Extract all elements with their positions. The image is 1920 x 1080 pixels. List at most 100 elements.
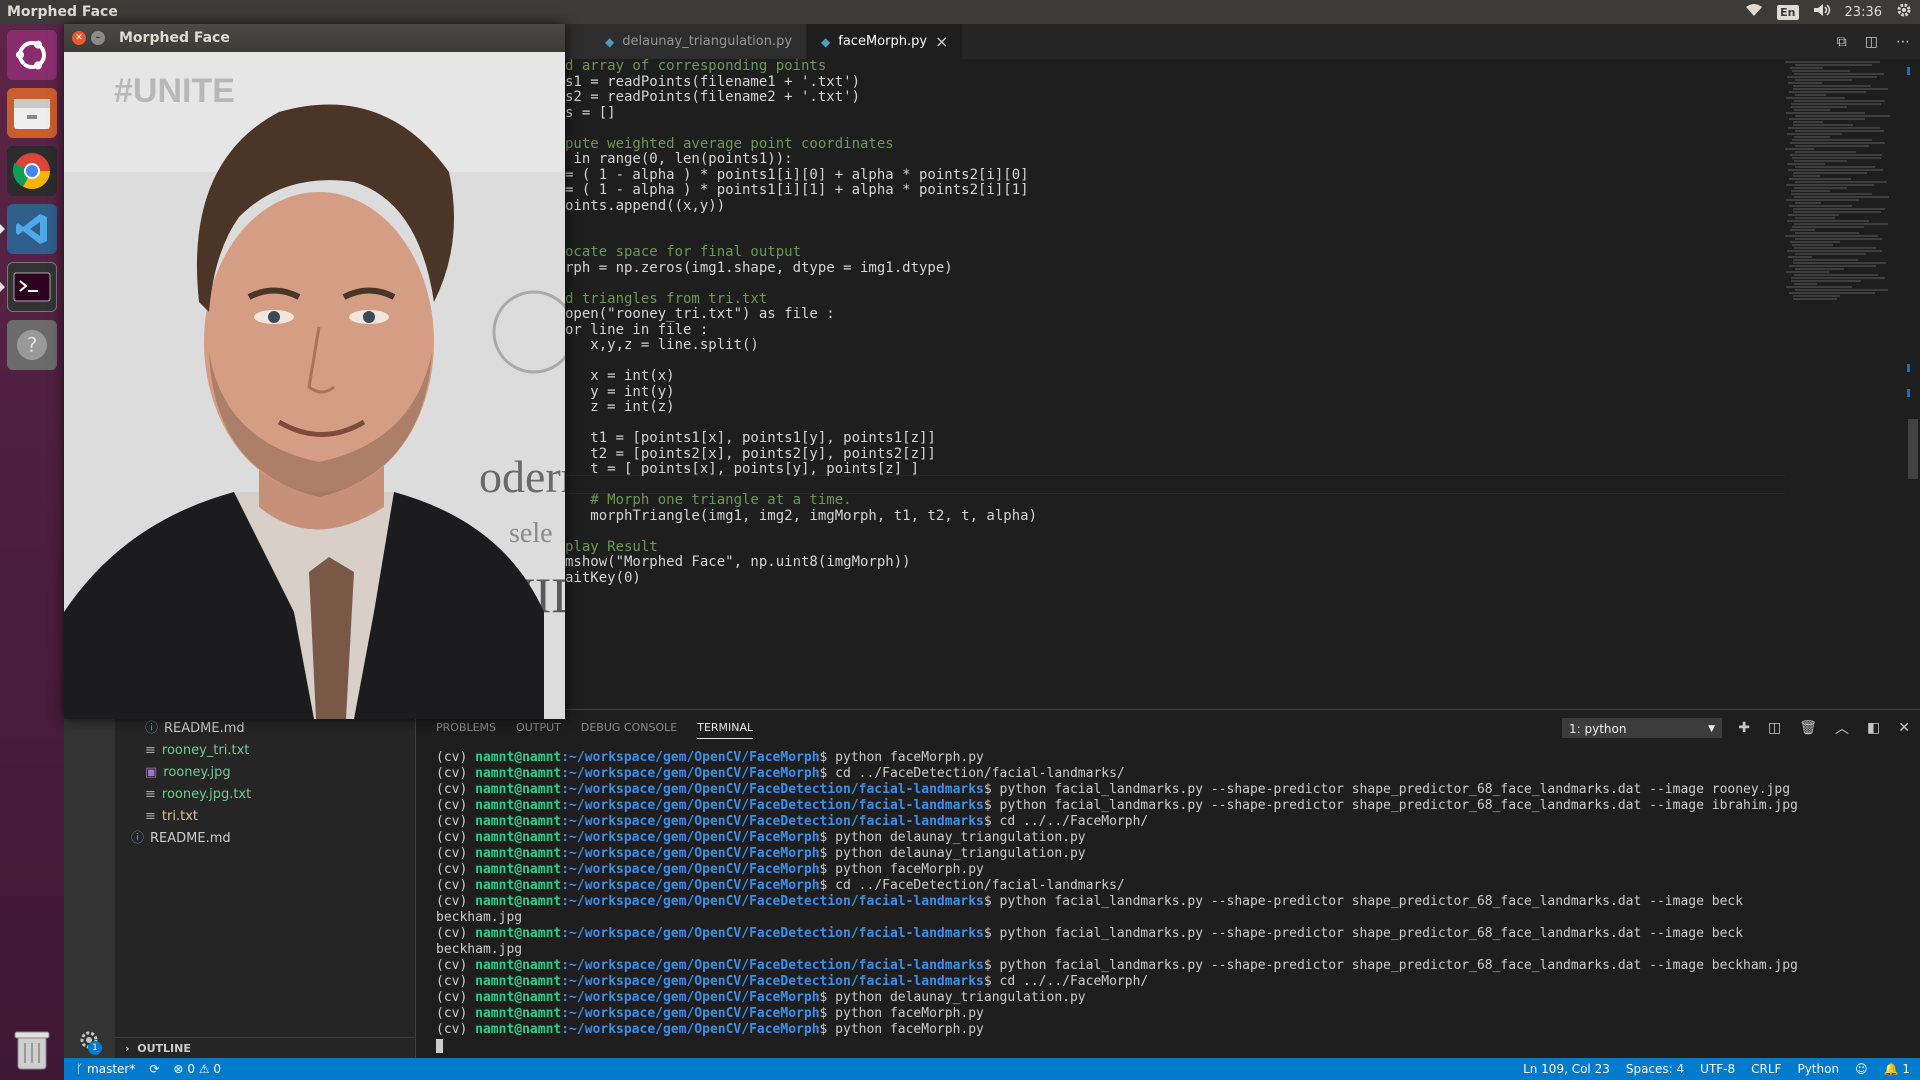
minimap-line: [1793, 85, 1872, 87]
minimap-line: [1789, 205, 1853, 207]
kill-terminal-icon[interactable]: 🗑: [1799, 720, 1817, 736]
toggle-panel-position-icon[interactable]: ◧: [1867, 720, 1880, 736]
terminal-cmd: $ python facial_landmarks.py --shape-pre…: [983, 926, 1744, 941]
terminal-env: (cv): [436, 862, 476, 877]
tab-terminal[interactable]: TERMINAL: [697, 716, 754, 739]
file-rooney-jpg[interactable]: ▣ rooney.jpg U: [145, 762, 449, 784]
notifications-bell[interactable]: 🔔 1: [1884, 1062, 1910, 1076]
files-icon[interactable]: [7, 88, 57, 138]
problems-indicator[interactable]: ⊗ 0 ⚠ 0: [173, 1062, 221, 1076]
terminal-env: (cv): [436, 830, 476, 845]
chrome-icon[interactable]: [7, 146, 57, 196]
active-window-title: Morphed Face: [7, 4, 118, 20]
file-tri-txt[interactable]: ≡ tri.txt M: [145, 806, 449, 828]
minimap-line: [1786, 112, 1866, 114]
minimap-line: [1792, 88, 1888, 90]
minimap-line: [1789, 91, 1866, 93]
tab-facemorph[interactable]: ◆ faceMorph.py ×: [807, 24, 964, 59]
clock[interactable]: 23:36: [1845, 5, 1882, 20]
tab-output[interactable]: OUTPUT: [516, 721, 561, 734]
minimap-line: [1793, 124, 1854, 126]
tab-label: delaunay_triangulation.py: [622, 34, 793, 49]
minimap-line: [1794, 217, 1836, 219]
minimap-line: [1792, 208, 1886, 210]
minimap-line: [1794, 202, 1822, 204]
outline-section-header[interactable]: › OUTLINE: [115, 1037, 415, 1059]
minimap-line: [1790, 154, 1882, 156]
file-rooney-jpg-txt[interactable]: ≡ rooney.jpg.txt U: [145, 784, 449, 806]
minimap-line: [1793, 211, 1882, 213]
code-editor[interactable]: d array of corresponding points s1 = read…: [565, 58, 1905, 709]
new-terminal-icon[interactable]: ✚: [1738, 720, 1750, 736]
minimap-line: [1791, 139, 1872, 141]
split-terminal-icon[interactable]: ◫: [1768, 720, 1781, 736]
running-indicator: [0, 224, 5, 234]
keyboard-layout-indicator[interactable]: En: [1777, 4, 1799, 20]
code-line: morphTriangle(img1, img2, imgMorph, t1, …: [565, 507, 1038, 524]
chevron-right-icon: ›: [125, 1042, 130, 1055]
more-actions-icon[interactable]: ⋯: [1896, 34, 1910, 50]
maximize-panel-icon[interactable]: ︿: [1835, 718, 1849, 738]
terminal-line: (cv) namnt@namnt:~/workspace/gem/OpenCV/…: [436, 846, 1916, 862]
info-icon: ⓘ: [131, 831, 145, 846]
terminal-output[interactable]: (cv) namnt@namnt :~/workspace/gem/OpenCV/…: [436, 750, 1916, 1054]
volume-icon[interactable]: [1813, 3, 1831, 21]
terminal-path: :~/workspace/gem/OpenCV/FaceMorph: [561, 766, 820, 781]
terminal-icon[interactable]: [7, 262, 57, 312]
terminal-user: namnt@namnt: [475, 1022, 562, 1037]
file-readme[interactable]: ⓘ README.md: [145, 718, 435, 740]
minimap[interactable]: [1785, 59, 1905, 709]
terminal-line: (cv) namnt@namnt:~/workspace/gem/OpenCV/…: [436, 990, 1916, 1006]
terminal-user: namnt@namnt: [475, 798, 562, 813]
editor-scrollbar[interactable]: [1905, 59, 1920, 709]
close-panel-icon[interactable]: ✕: [1898, 720, 1910, 736]
file-rooney-tri[interactable]: ≡ rooney_tri.txt U: [145, 740, 449, 762]
notification-count: 1: [1902, 1062, 1910, 1076]
code-line: aitKey(0): [565, 569, 641, 586]
trash-icon[interactable]: [7, 1024, 57, 1074]
language-mode[interactable]: Python: [1797, 1062, 1839, 1076]
file-readme-root[interactable]: ⓘ README.md: [131, 828, 421, 850]
morphed-face-window[interactable]: ✕ – Morphed Face #UNITE odern sele AVID …: [64, 24, 565, 719]
terminal-cmd: $ python facial_landmarks.py --shape-pre…: [983, 958, 1798, 973]
settings-gear-icon[interactable]: [1896, 2, 1912, 22]
file-name: rooney.jpg: [163, 765, 231, 780]
minimap-line: [1786, 286, 1853, 288]
minimap-line: [1790, 142, 1886, 144]
split-editor-icon[interactable]: ◫: [1865, 34, 1878, 50]
file-name: rooney.jpg.txt: [161, 787, 252, 802]
indentation[interactable]: Spaces: 4: [1626, 1062, 1684, 1076]
tab-problems[interactable]: PROBLEMS: [436, 721, 496, 734]
minimap-line: [1793, 247, 1877, 249]
ubuntu-dash-icon[interactable]: [7, 30, 57, 80]
sync-icon[interactable]: ⟳: [149, 1062, 159, 1076]
scrollbar-marker: [1907, 389, 1910, 397]
minimize-window-icon[interactable]: –: [91, 31, 105, 45]
status-bar: ᚴ master* ⟳ ⊗ 0 ⚠ 0 Ln 109, Col 23 Space…: [64, 1058, 1920, 1080]
minimap-line: [1788, 256, 1813, 258]
wifi-icon[interactable]: [1745, 3, 1763, 21]
window-titlebar[interactable]: ✕ – Morphed Face: [64, 24, 565, 52]
open-changes-icon[interactable]: ⧉: [1837, 34, 1847, 50]
vscode-icon[interactable]: [7, 204, 57, 254]
minimap-line: [1786, 184, 1875, 186]
update-badge: 1: [88, 1041, 102, 1055]
minimap-line: [1791, 226, 1865, 228]
tab-debug-console[interactable]: DEBUG CONSOLE: [581, 721, 677, 734]
line-ending[interactable]: CRLF: [1751, 1062, 1781, 1076]
scrollbar-thumb[interactable]: [1908, 419, 1918, 479]
git-branch[interactable]: ᚴ master*: [76, 1062, 135, 1076]
terminal-line: (cv) namnt@namnt:~/workspace/gem/OpenCV/…: [436, 974, 1916, 990]
cursor-position[interactable]: Ln 109, Col 23: [1523, 1062, 1610, 1076]
terminal-selector[interactable]: 1: python ▼: [1562, 718, 1722, 738]
minimap-line: [1794, 268, 1844, 270]
feedback-smiley-icon[interactable]: ☺: [1855, 1062, 1868, 1076]
tab-delaunay-triangulation[interactable]: ◆ delaunay_triangulation.py: [565, 24, 808, 59]
minimap-line: [1794, 196, 1890, 198]
terminal-path: :~/workspace/gem/OpenCV/FaceMorph: [561, 990, 820, 1005]
close-tab-icon[interactable]: ×: [935, 32, 948, 51]
encoding[interactable]: UTF-8: [1700, 1062, 1735, 1076]
terminal-cmd: $ cd ../../FaceMorph/: [983, 974, 1149, 989]
close-window-icon[interactable]: ✕: [72, 31, 86, 45]
help-icon[interactable]: ?: [7, 320, 57, 370]
